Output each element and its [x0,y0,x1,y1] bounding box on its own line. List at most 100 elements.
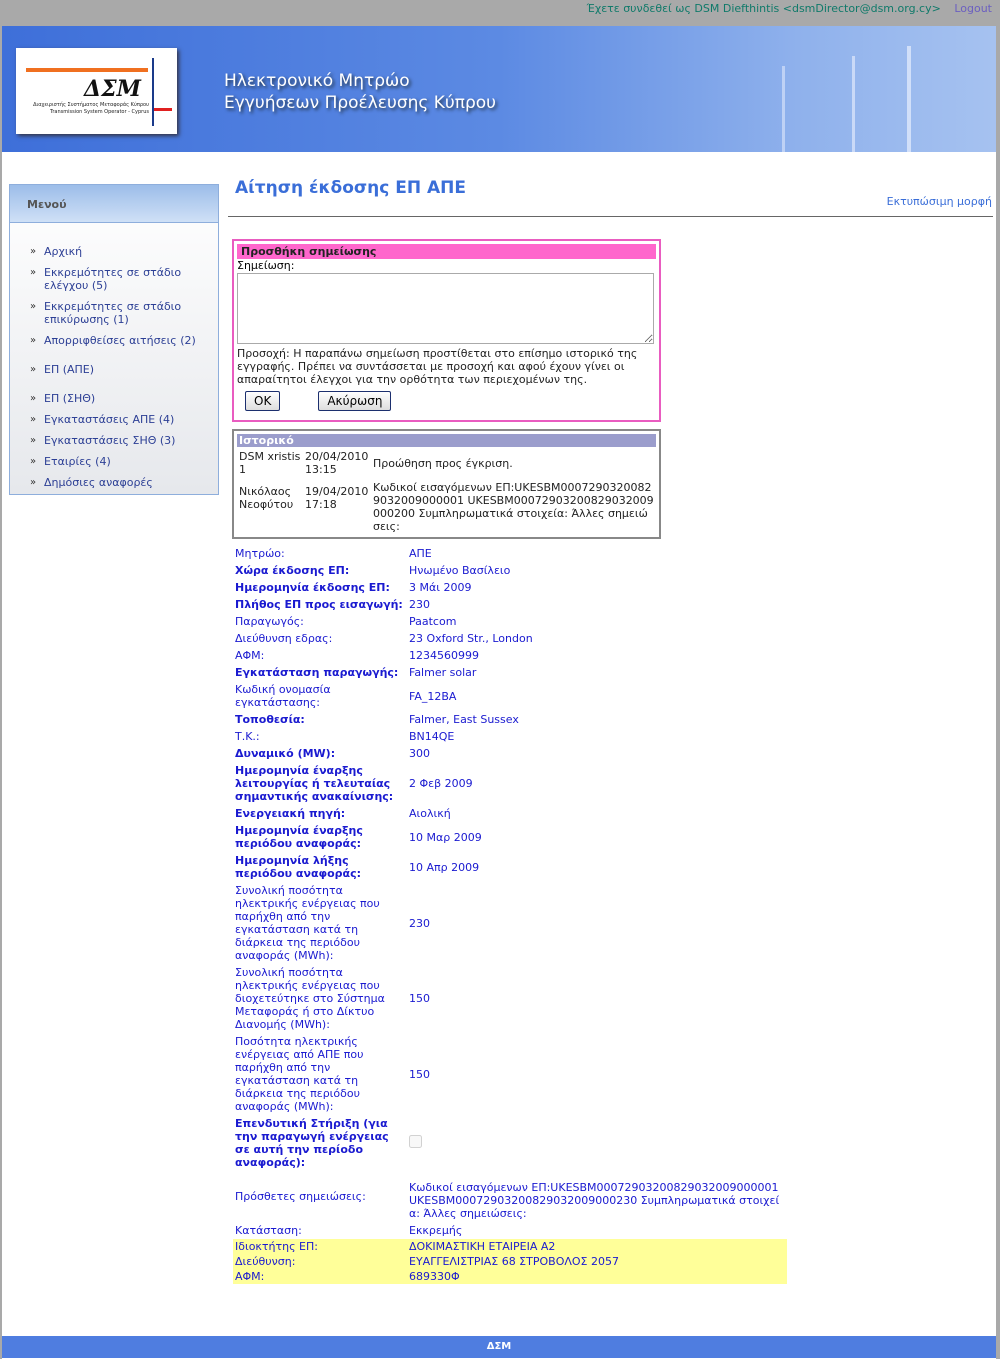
menu-item-res-installations[interactable]: » Εγκαταστάσεις ΑΠΕ (4) [30,413,218,426]
detail-row: Ημερομηνία λήξης περιόδου αναφοράς: 10 Απ… [233,852,787,882]
detail-row: Δυναμικό (MW): 300 [233,745,787,762]
history-title: Ιστορικό [237,434,656,447]
chevron-right-icon: » [30,335,37,346]
logo: ΔΣΜ Διαχειριστής Συστήματος Μεταφοράς Κύ… [16,48,177,134]
detail-label: Συνολική ποσότητα ηλεκτρικής ενέργειας π… [235,884,380,962]
detail-row: Κατάσταση: Εκκρεμής [233,1222,787,1239]
chevron-right-icon: » [30,435,37,446]
owner-label: ΑΦΜ: [233,1269,407,1284]
detail-value: 3 Μάι 2009 [409,581,472,594]
chevron-right-icon: » [30,364,37,375]
detail-label: Ενεργειακή πηγή: [235,807,346,820]
menu-link[interactable]: Εκκρεμότητες σε στάδιο επικύρωσης (1) [44,300,181,326]
menu-link[interactable]: ΕΠ (ΑΠΕ) [44,363,94,376]
detail-row: Μητρώο: ΑΠΕ [233,545,787,562]
banner: ΔΣΜ Διαχειριστής Συστήματος Μεταφοράς Κύ… [2,26,996,152]
owner-value: ΕΥΑΓΓΕΛΙΣΤΡΙΑΣ 68 ΣΤΡΟΒΟΛΟΣ 2057 [407,1254,787,1269]
logged-in-status: Έχετε συνδεθεί ως DSM Diefthintis <dsmDi… [586,2,941,15]
detail-label: Τ.Κ.: [235,730,260,743]
menu-link[interactable]: Εκκρεμότητες σε στάδιο ελέγχου (5) [44,266,181,292]
chevron-right-icon: » [30,456,37,467]
menu-link[interactable]: Απορριφθείσες αιτήσεις (2) [44,334,196,347]
logout-link[interactable]: Logout [954,2,992,15]
chevron-right-icon: » [30,301,37,312]
menu-item-companies[interactable]: » Εταιρίες (4) [30,455,218,468]
detail-row: Τ.Κ.: BN14QE [233,728,787,745]
detail-label: Χώρα έκδοσης ΕΠ: [235,564,350,577]
history-datetime: 19/04/2010 17:18 [305,485,369,511]
detail-value [407,1115,787,1171]
detail-value: FA_12BA [409,689,457,703]
owner-row: Ιδιοκτήτης ΕΠ: ΔΟΚΙΜΑΣΤΙΚΗ ΕΤΑΙΡΕΙΑ Α2 [233,1239,787,1254]
page-title: Αίτηση έκδοσης ΕΠ ΑΠΕ [235,178,466,198]
menu-item-go-res[interactable]: » ΕΠ (ΑΠΕ) [30,363,218,376]
history-user: DSM xristis 1 [239,450,301,476]
detail-value: 300 [409,747,430,760]
printable-version-link[interactable]: Εκτυπώσιμη μορφή [887,195,992,208]
note-warning: Προσοχή: Η παραπάνω σημείωση προστίθεται… [237,347,638,386]
menu-link[interactable]: ΕΠ (ΣΗΘ) [44,392,95,405]
chevron-right-icon: » [30,414,37,425]
detail-value: 23 Oxford Str., London [409,632,533,645]
menu-link[interactable]: Εγκαταστάσεις ΑΠΕ (4) [44,413,174,426]
detail-value: Αιολική [409,807,451,820]
site-title: Ηλεκτρονικό Μητρώο Εγγυήσεων Προέλευσης … [224,71,496,113]
menu-item-pending-check[interactable]: » Εκκρεμότητες σε στάδιο ελέγχου (5) [30,266,218,292]
chevron-right-icon: » [30,267,37,278]
detail-row: Χώρα έκδοσης ΕΠ: Ηνωμένο Βασίλειο [233,562,787,579]
menu-item-rejected[interactable]: » Απορριφθείσες αιτήσεις (2) [30,334,218,347]
history-entry: Νικόλαος Νεοφύτου 19/04/2010 17:18 Κωδικ… [237,479,656,533]
detail-label: Κωδική ονομασία εγκατάστασης: [235,683,331,709]
detail-row: Διεύθυνση εδρας: 23 Oxford Str., London [233,630,787,647]
investment-support-checkbox[interactable] [409,1135,422,1148]
menu-item-home[interactable]: » Αρχική [30,245,218,258]
footer: ΔΣΜ [2,1336,996,1358]
menu-link[interactable]: Εταιρίες (4) [44,455,111,468]
detail-row: Ημερομηνία έκδοσης ΕΠ: 3 Μάι 2009 [233,579,787,596]
detail-row: Ημερομηνία έναρξης περιόδου αναφοράς: 10 … [233,822,787,852]
detail-value: BN14QE [409,730,455,743]
detail-row: Κωδική ονομασία εγκατάστασης: FA_12BA [233,681,787,711]
menu-link[interactable]: Αρχική [44,245,82,258]
page: ΔΣΜ Διαχειριστής Συστήματος Μεταφοράς Κύ… [2,26,996,1359]
detail-value: 150 [409,992,430,1005]
detail-row: Πρόσθετες σημειώσεις: Κωδικοί εισαγόμενων… [233,1171,787,1222]
detail-label: Μητρώο: [235,547,285,560]
detail-label: Πρόσθετες σημειώσεις: [235,1190,366,1203]
menu-item-chp-installations[interactable]: » Εγκαταστάσεις ΣΗΘ (3) [30,434,218,447]
detail-row: Ποσότητα ηλεκτρικής ενέργειας από ΑΠΕ πο… [233,1033,787,1115]
owner-row: Διεύθυνση: ΕΥΑΓΓΕΛΙΣΤΡΙΑΣ 68 ΣΤΡΟΒΟΛΟΣ 20… [233,1254,787,1269]
add-note-title: Προσθήκη σημείωσης [237,244,656,259]
detail-label: Ημερομηνία έναρξης περιόδου αναφοράς: [235,824,363,850]
detail-row: Εγκατάσταση παραγωγής: Falmer solar [233,664,787,681]
detail-row: Ενεργειακή πηγή: Αιολική [233,805,787,822]
detail-label: Διεύθυνση εδρας: [235,632,333,645]
history-user: Νικόλαος Νεοφύτου [239,485,294,511]
note-textarea[interactable] [237,273,654,344]
detail-value: 230 [409,916,430,930]
detail-value: 10 Μαρ 2009 [409,830,482,844]
logo-text: ΔΣΜ [84,76,141,102]
detail-label: Ημερομηνία λήξης περιόδου αναφοράς: [235,854,362,880]
menu-item-pending-validation[interactable]: » Εκκρεμότητες σε στάδιο επικύρωσης (1) [30,300,218,326]
detail-value: 10 Απρ 2009 [409,860,480,874]
owner-label: Ιδιοκτήτης ΕΠ: [233,1239,407,1254]
ok-button[interactable]: OK [245,391,281,411]
application-details: Μητρώο: ΑΠΕ Χώρα έκδοσης ΕΠ: Ηνωμένο Βασίλε… [233,545,787,1284]
cancel-button[interactable]: Ακύρωση [318,391,392,411]
menu-link[interactable]: Εγκαταστάσεις ΣΗΘ (3) [44,434,175,447]
detail-label: Ποσότητα ηλεκτρικής ενέργειας από ΑΠΕ πο… [235,1035,364,1113]
sidebar-menu: Μενού » Αρχική » Εκκρεμότητες σε στάδιο ελ… [9,184,219,495]
divider [228,216,993,217]
detail-value: 150 [409,1067,430,1081]
top-bar: Έχετε συνδεθεί ως DSM Diefthintis <dsmDi… [0,0,1000,26]
menu-link[interactable]: Δημόσιες αναφορές [44,476,153,489]
owner-value: 689330Φ [407,1269,787,1284]
menu-item-public-reports[interactable]: » Δημόσιες αναφορές [30,476,218,489]
detail-value: 230 [409,598,430,611]
detail-value: Εκκρεμής [409,1224,463,1237]
add-note-panel: Προσθήκη σημείωσης Σημείωση: Προσοχή: Η … [232,239,661,422]
detail-value: Ηνωμένο Βασίλειο [409,564,511,577]
menu-item-go-chp[interactable]: » ΕΠ (ΣΗΘ) [30,392,218,405]
history-panel: Ιστορικό DSM xristis 1 20/04/2010 13:15 … [232,429,661,539]
